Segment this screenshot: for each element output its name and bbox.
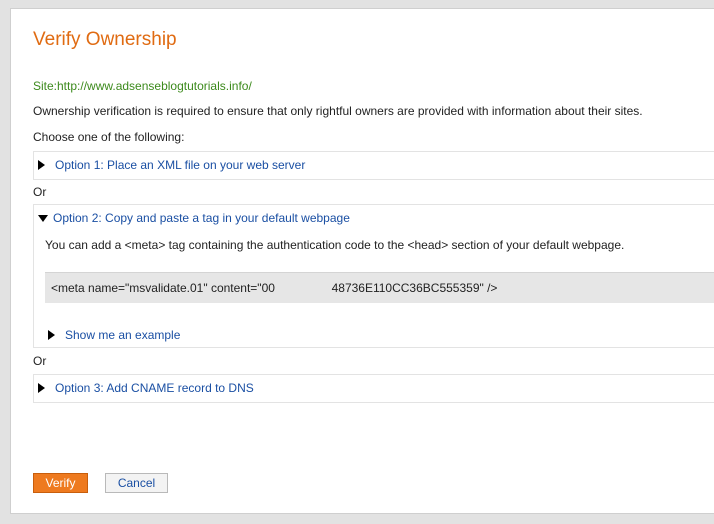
option-1-toggle[interactable]: Option 1: Place an XML file on your web … [38, 158, 305, 172]
option-1-label: Option 1: Place an XML file on your web … [55, 158, 306, 172]
meta-tag-code[interactable]: <meta name="msvalidate.01" content="00 4… [45, 272, 714, 303]
show-example-toggle[interactable]: Show me an example [48, 328, 180, 342]
verification-description: Ownership verification is required to en… [33, 104, 643, 118]
or-separator: Or [33, 185, 47, 199]
meta-tag-instruction: You can add a <meta> tag containing the … [45, 238, 625, 252]
option-3-section: Option 3: Add CNAME record to DNS [33, 374, 714, 403]
option-3-toggle[interactable]: Option 3: Add CNAME record to DNS [38, 381, 254, 395]
option-3-label: Option 3: Add CNAME record to DNS [55, 381, 254, 395]
option-2-toggle[interactable]: Option 2: Copy and paste a tag in your d… [38, 211, 350, 225]
option-1-section: Option 1: Place an XML file on your web … [33, 151, 714, 180]
triangle-right-icon [38, 383, 45, 393]
triangle-right-icon [48, 330, 55, 340]
verify-ownership-panel: Verify Ownership Site:http://www.adsense… [10, 8, 714, 514]
option-2-label: Option 2: Copy and paste a tag in your d… [53, 211, 350, 225]
choose-label: Choose one of the following: [33, 130, 185, 144]
option-2-section: Option 2: Copy and paste a tag in your d… [33, 204, 714, 348]
site-url: Site:http://www.adsenseblogtutorials.inf… [33, 79, 252, 93]
cancel-button[interactable]: Cancel [105, 473, 168, 493]
verify-button[interactable]: Verify [33, 473, 88, 493]
triangle-down-icon [38, 214, 48, 222]
show-example-label: Show me an example [65, 328, 181, 342]
or-separator: Or [33, 354, 47, 368]
page-title: Verify Ownership [33, 29, 177, 50]
triangle-right-icon [38, 160, 45, 170]
